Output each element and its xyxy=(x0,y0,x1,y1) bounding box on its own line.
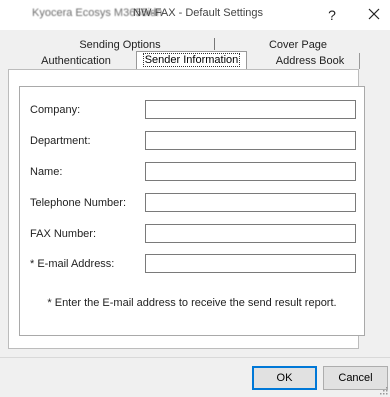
dialog-window: Kyocera Ecosys M3655idn NW-FAX - Default… xyxy=(0,0,390,397)
fax-number-field[interactable] xyxy=(145,224,356,243)
company-field[interactable] xyxy=(145,100,356,119)
tab-edge xyxy=(359,53,360,69)
telephone-label: Telephone Number: xyxy=(30,197,127,209)
company-label: Company: xyxy=(30,104,81,116)
telephone-field[interactable] xyxy=(145,193,356,212)
window-title: NW-FAX - Default Settings xyxy=(133,7,264,19)
tab-address-book[interactable]: Address Book xyxy=(262,54,358,69)
email-field[interactable] xyxy=(145,254,356,273)
name-label: Name: xyxy=(30,166,63,178)
resize-grip-icon[interactable] xyxy=(378,385,388,395)
bottom-divider xyxy=(0,357,390,358)
help-button[interactable]: ? xyxy=(322,6,342,24)
email-label: * E-mail Address: xyxy=(30,258,115,270)
email-note: * Enter the E-mail address to receive th… xyxy=(47,297,337,309)
name-field[interactable] xyxy=(145,162,356,181)
close-button[interactable] xyxy=(364,4,384,24)
tab-cover-page[interactable]: Cover Page xyxy=(248,38,348,53)
tab-sender-information[interactable]: Sender Information xyxy=(143,53,240,67)
close-icon xyxy=(368,8,380,20)
ok-button[interactable]: OK xyxy=(252,366,317,390)
tab-authentication[interactable]: Authentication xyxy=(26,54,126,69)
department-label: Department: xyxy=(30,135,91,147)
department-field[interactable] xyxy=(145,131,356,150)
title-bar: Kyocera Ecosys M3655idn NW-FAX - Default… xyxy=(0,0,390,30)
fax-number-label: FAX Number: xyxy=(30,228,97,240)
tab-divider xyxy=(214,38,215,50)
